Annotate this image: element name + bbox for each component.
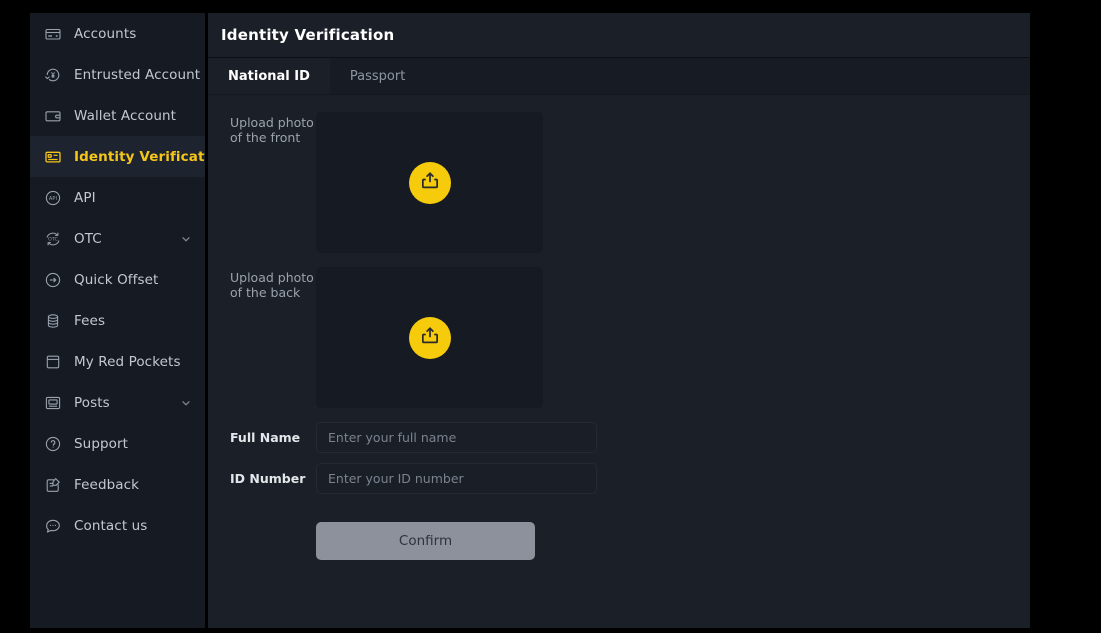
edit-note-icon xyxy=(44,476,62,494)
id-number-input[interactable] xyxy=(316,463,597,494)
api-circle-icon: API xyxy=(44,189,62,207)
sidebar-item-label: Posts xyxy=(74,394,110,411)
sidebar-item-label: Fees xyxy=(74,312,106,329)
svg-text:API: API xyxy=(49,196,57,202)
upload-front-dropzone[interactable] xyxy=(316,112,543,253)
id-number-row: ID Number xyxy=(208,463,1030,494)
tab-passport[interactable]: Passport xyxy=(330,58,425,94)
chat-bubble-icon xyxy=(44,517,62,535)
yen-circle-icon xyxy=(44,66,62,84)
sidebar-item-fees[interactable]: Fees xyxy=(30,300,205,341)
sidebar-item-feedback[interactable]: Feedback xyxy=(30,464,205,505)
full-name-row: Full Name xyxy=(208,422,1030,453)
sidebar-item-contact-us[interactable]: Contact us xyxy=(30,505,205,546)
sidebar-item-label: Support xyxy=(74,435,129,452)
tab-national-id[interactable]: National ID xyxy=(208,58,330,94)
svg-text:OTC: OTC xyxy=(48,236,58,242)
sidebar: Accounts Entrusted Account Wallet Accoun… xyxy=(30,13,205,628)
confirm-button[interactable]: Confirm xyxy=(316,522,535,560)
sidebar-item-label: Wallet Account xyxy=(74,107,177,124)
sidebar-item-identity-verification[interactable]: Identity Verification xyxy=(30,136,205,177)
sidebar-item-label: Identity Verification xyxy=(74,148,205,165)
sidebar-item-label: Entrusted Account xyxy=(74,66,201,83)
tab-label: Passport xyxy=(349,68,406,84)
monitor-icon xyxy=(44,394,62,412)
main-panel: Identity Verification National ID Passpo… xyxy=(208,13,1030,628)
upload-back-row: Upload photo of the back xyxy=(208,267,1030,408)
upload-back-dropzone[interactable] xyxy=(316,267,543,408)
sidebar-item-label: My Red Pockets xyxy=(74,353,181,370)
app-root: Accounts Entrusted Account Wallet Accoun… xyxy=(0,0,1101,633)
upload-back-button[interactable] xyxy=(408,316,451,359)
sidebar-item-label: Contact us xyxy=(74,517,148,534)
card-icon xyxy=(44,25,62,43)
tab-bar: National ID Passport xyxy=(208,58,1030,95)
id-number-label: ID Number xyxy=(230,471,306,486)
sidebar-item-label: Accounts xyxy=(74,25,137,42)
sidebar-item-api[interactable]: API API xyxy=(30,177,205,218)
sidebar-item-label: OTC xyxy=(74,230,102,247)
page-title: Identity Verification xyxy=(221,26,395,44)
envelope-icon xyxy=(44,353,62,371)
sidebar-item-label: Feedback xyxy=(74,476,140,493)
chevron-down-icon[interactable] xyxy=(179,396,193,410)
upload-box-arrow-icon xyxy=(419,170,441,196)
question-circle-icon xyxy=(44,435,62,453)
arrow-right-circle-icon xyxy=(44,271,62,289)
sidebar-item-wallet-account[interactable]: Wallet Account xyxy=(30,95,205,136)
upload-front-label: Upload photo of the front xyxy=(230,115,314,145)
upload-box-arrow-icon xyxy=(419,325,441,351)
upload-front-row: Upload photo of the front xyxy=(208,112,1030,253)
id-card-icon xyxy=(44,148,62,166)
sidebar-item-my-red-pockets[interactable]: My Red Pockets xyxy=(30,341,205,382)
sidebar-item-label: API xyxy=(74,189,96,206)
sidebar-item-label: Quick Offset xyxy=(74,271,159,288)
page-header: Identity Verification xyxy=(208,13,1030,58)
upload-front-button[interactable] xyxy=(408,161,451,204)
sidebar-item-accounts[interactable]: Accounts xyxy=(30,13,205,54)
full-name-input[interactable] xyxy=(316,422,597,453)
sidebar-item-posts[interactable]: Posts xyxy=(30,382,205,423)
coins-stack-icon xyxy=(44,312,62,330)
otc-refresh-icon: OTC xyxy=(44,230,62,248)
chevron-down-icon[interactable] xyxy=(179,232,193,246)
confirm-row: Confirm xyxy=(208,504,1030,560)
sidebar-item-entrusted-account[interactable]: Entrusted Account xyxy=(30,54,205,95)
wallet-icon xyxy=(44,107,62,125)
full-name-label: Full Name xyxy=(230,430,301,445)
sidebar-item-quick-offset[interactable]: Quick Offset xyxy=(30,259,205,300)
sidebar-item-otc[interactable]: OTC OTC xyxy=(30,218,205,259)
identity-verification-form: Upload photo of the front Upload photo o… xyxy=(208,95,1030,627)
upload-back-label: Upload photo of the back xyxy=(230,270,314,300)
sidebar-item-support[interactable]: Support xyxy=(30,423,205,464)
tab-label: National ID xyxy=(228,68,310,84)
